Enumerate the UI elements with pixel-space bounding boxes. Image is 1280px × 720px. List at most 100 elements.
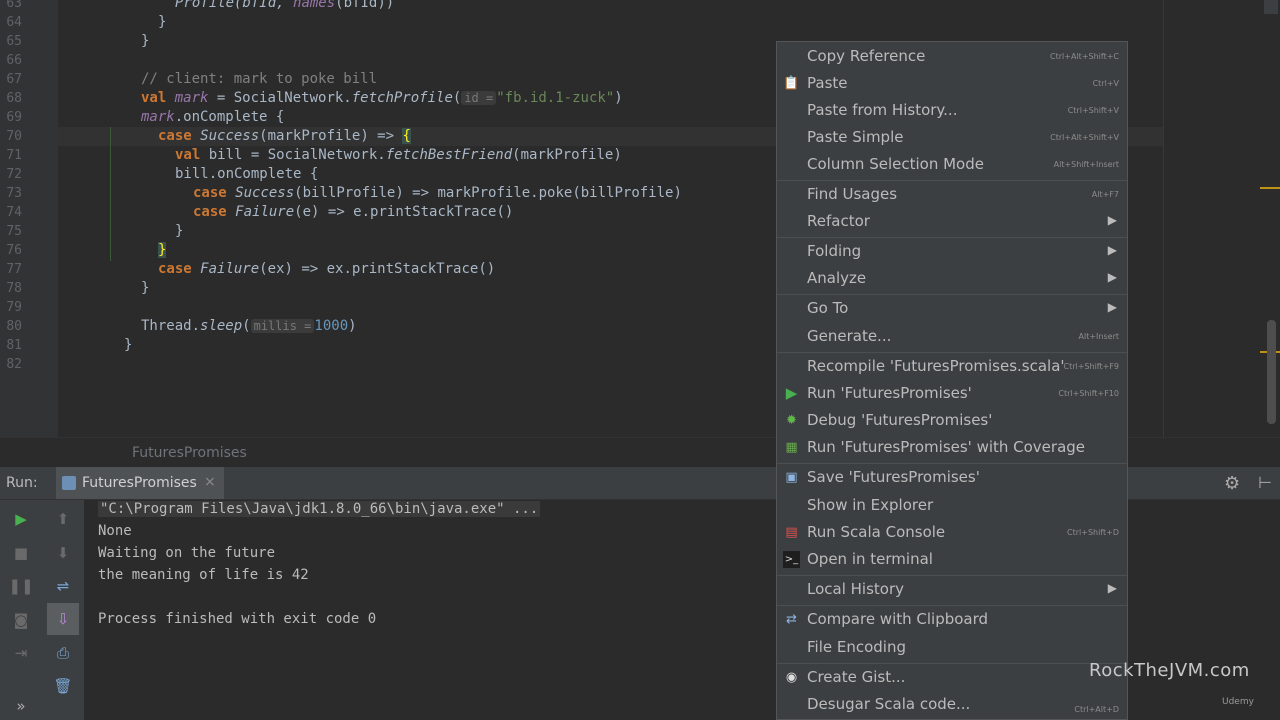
run-tab[interactable]: FuturesPromises × [56, 467, 224, 499]
menu-item-shortcut: Ctrl+V [1092, 79, 1119, 88]
menu-item-local-history[interactable]: Local History ▶ [777, 576, 1127, 603]
editor-scrollbar[interactable] [1267, 320, 1276, 424]
menu-item-shortcut: Ctrl+Shift+V [1067, 106, 1119, 115]
menu-item-shortcut: Alt+F7 [1091, 190, 1119, 199]
menu-item-label: Paste from History... [807, 101, 958, 119]
menu-item-show-in-explorer[interactable]: Show in Explorer [777, 492, 1127, 519]
menu-item-shortcut: Ctrl+Alt+D [1074, 705, 1119, 714]
down-arrow-icon[interactable]: ⬇ [50, 540, 76, 566]
code-line: val mark = SocialNetwork.fetchProfile(id… [141, 90, 623, 106]
menu-item-run-scala-console[interactable]: ▤ Run Scala Console Ctrl+Shift+D [777, 519, 1127, 546]
menu-item-find-usages[interactable]: Find Usages Alt+F7 [777, 181, 1127, 208]
menu-item-shortcut: Ctrl+Alt+Shift+C [1050, 52, 1119, 61]
line-number: 75 [6, 224, 22, 239]
line-number: 69 [6, 110, 22, 125]
line-number: 73 [6, 186, 22, 201]
exit-icon[interactable]: ⇥ [8, 640, 34, 666]
menu-item-label: Generate... [807, 327, 892, 345]
console-line: "C:\Program Files\Java\jdk1.8.0_66\bin\j… [98, 501, 541, 517]
watermark: RockTheJVM.com [1089, 660, 1250, 681]
menu-item-recompile[interactable]: Recompile 'FuturesPromises.scala' Ctrl+Sh… [777, 353, 1127, 380]
menu-item-paste-from-history[interactable]: Paste from History... Ctrl+Shift+V [777, 97, 1127, 124]
menu-item-label: Folding [807, 242, 862, 260]
menu-item-label: Run 'FuturesPromises' with Coverage [807, 438, 1086, 456]
console-output[interactable]: "C:\Program Files\Java\jdk1.8.0_66\bin\j… [84, 500, 784, 720]
line-number: 80 [6, 319, 22, 334]
submenu-arrow-icon: ▶ [1107, 300, 1117, 314]
code-line: } [158, 14, 167, 30]
menu-item-compare-with-clipboard[interactable]: ⇄ Compare with Clipboard [777, 606, 1127, 633]
menu-item-open-in-terminal[interactable]: >_ Open in terminal [777, 546, 1127, 573]
up-arrow-icon[interactable]: ⬆ [50, 506, 76, 532]
menu-item-folding[interactable]: Folding ▶ [777, 238, 1127, 265]
scala-file-icon [62, 476, 76, 490]
run-icon: ▶ [785, 384, 798, 402]
camera-icon[interactable]: ◙ [8, 607, 34, 633]
inspection-widget[interactable] [1264, 0, 1278, 14]
line-number: 68 [6, 91, 22, 106]
menu-item-shortcut: Ctrl+Shift+D [1067, 528, 1119, 537]
more-icon[interactable]: » [8, 693, 34, 719]
line-number: 66 [6, 53, 22, 68]
code-line: } [175, 223, 184, 239]
line-number: 65 [6, 34, 22, 49]
menu-item-label: Create Gist... [807, 668, 906, 686]
menu-item-run[interactable]: ▶ Run 'FuturesPromises' Ctrl+Shift+F10 [777, 380, 1127, 407]
menu-item-label: Desugar Scala code... [807, 695, 971, 713]
code-comment: // client: mark to poke bill [141, 71, 378, 87]
code-line: Profile(bfId, names(bfId)) [175, 0, 395, 11]
menu-item-column-selection-mode[interactable]: Column Selection Mode Alt+Shift+Insert [777, 151, 1127, 178]
scroll-to-end-icon[interactable]: ⇩ [47, 603, 79, 635]
pause-icon[interactable]: ❚❚ [8, 573, 34, 599]
submenu-arrow-icon: ▶ [1107, 581, 1117, 595]
menu-item-label: Copy Reference [807, 47, 926, 65]
menu-item-paste-simple[interactable]: Paste Simple Ctrl+Alt+Shift+V [777, 124, 1127, 151]
code-line: } [141, 280, 150, 296]
close-icon[interactable]: × [204, 474, 216, 490]
menu-item-paste[interactable]: 📋 Paste Ctrl+V [777, 70, 1127, 97]
code-line: } [158, 242, 167, 258]
code-line: case Failure(ex) => ex.printStackTrace() [158, 261, 496, 277]
menu-item-create-gist[interactable]: ◉ Create Gist... [777, 664, 1127, 691]
hide-icon[interactable]: ⊢ [1258, 473, 1272, 492]
menu-item-generate[interactable]: Generate... Alt+Insert [777, 323, 1127, 350]
submenu-arrow-icon: ▶ [1107, 213, 1117, 227]
menu-item-desugar-scala-code[interactable]: Desugar Scala code... Ctrl+Alt+D [777, 691, 1127, 718]
udemy-logo: Udemy [1222, 697, 1254, 707]
menu-item-copy-reference[interactable]: Copy Reference Ctrl+Alt+Shift+C [777, 43, 1127, 70]
menu-item-save[interactable]: ▣ Save 'FuturesPromises' [777, 464, 1127, 491]
menu-item-refactor[interactable]: Refactor ▶ [777, 208, 1127, 235]
stop-icon[interactable]: ■ [8, 540, 34, 566]
context-menu: Copy Reference Ctrl+Alt+Shift+C 📋 Paste Ctr… [776, 41, 1128, 720]
menu-item-label: Debug 'FuturesPromises' [807, 411, 993, 429]
code-line: case Success(markProfile) => { [158, 128, 411, 144]
debug-icon: ✹ [786, 413, 797, 428]
menu-item-analyze[interactable]: Analyze ▶ [777, 265, 1127, 292]
soft-wrap-icon[interactable]: ⇌ [50, 573, 76, 599]
editor-right-panel [1163, 0, 1280, 437]
line-number: 82 [6, 357, 22, 372]
menu-item-debug[interactable]: ✹ Debug 'FuturesPromises' [777, 407, 1127, 434]
scala-console-icon: ▤ [785, 525, 798, 540]
menu-item-file-encoding[interactable]: File Encoding [777, 634, 1127, 661]
menu-item-go-to[interactable]: Go To ▶ [777, 295, 1127, 322]
menu-item-shortcut: Ctrl+Alt+Shift+V [1050, 133, 1119, 142]
menu-item-label: Column Selection Mode [807, 155, 984, 173]
menu-item-shortcut: Ctrl+Shift+F9 [1063, 362, 1119, 371]
menu-item-shortcut: Alt+Shift+Insert [1053, 160, 1119, 169]
menu-item-label: Analyze [807, 269, 867, 287]
menu-item-run-with-coverage[interactable]: ▦ Run 'FuturesPromises' with Coverage [777, 434, 1127, 461]
error-stripe-marker[interactable] [1260, 187, 1280, 189]
line-number: 63 [6, 0, 22, 11]
menu-item-label: Find Usages [807, 185, 898, 203]
gear-icon[interactable]: ⚙ [1224, 473, 1240, 494]
rerun-icon[interactable]: ▶ [8, 506, 34, 532]
trash-icon[interactable]: 🗑 [50, 673, 76, 699]
menu-item-label: Save 'FuturesPromises' [807, 468, 980, 486]
menu-item-label: Show in Explorer [807, 496, 934, 514]
run-toolbar: ▶ ⬆ ■ ⬇ ❚❚ ⇌ ◙ ⇩ ⇥ ⎙ 🗑 » [0, 500, 84, 720]
menu-item-shortcut: Ctrl+Shift+F10 [1058, 389, 1119, 398]
print-icon[interactable]: ⎙ [50, 640, 76, 666]
menu-item-label: Paste Simple [807, 128, 904, 146]
breadcrumb-item[interactable]: FuturesPromises [132, 445, 247, 461]
